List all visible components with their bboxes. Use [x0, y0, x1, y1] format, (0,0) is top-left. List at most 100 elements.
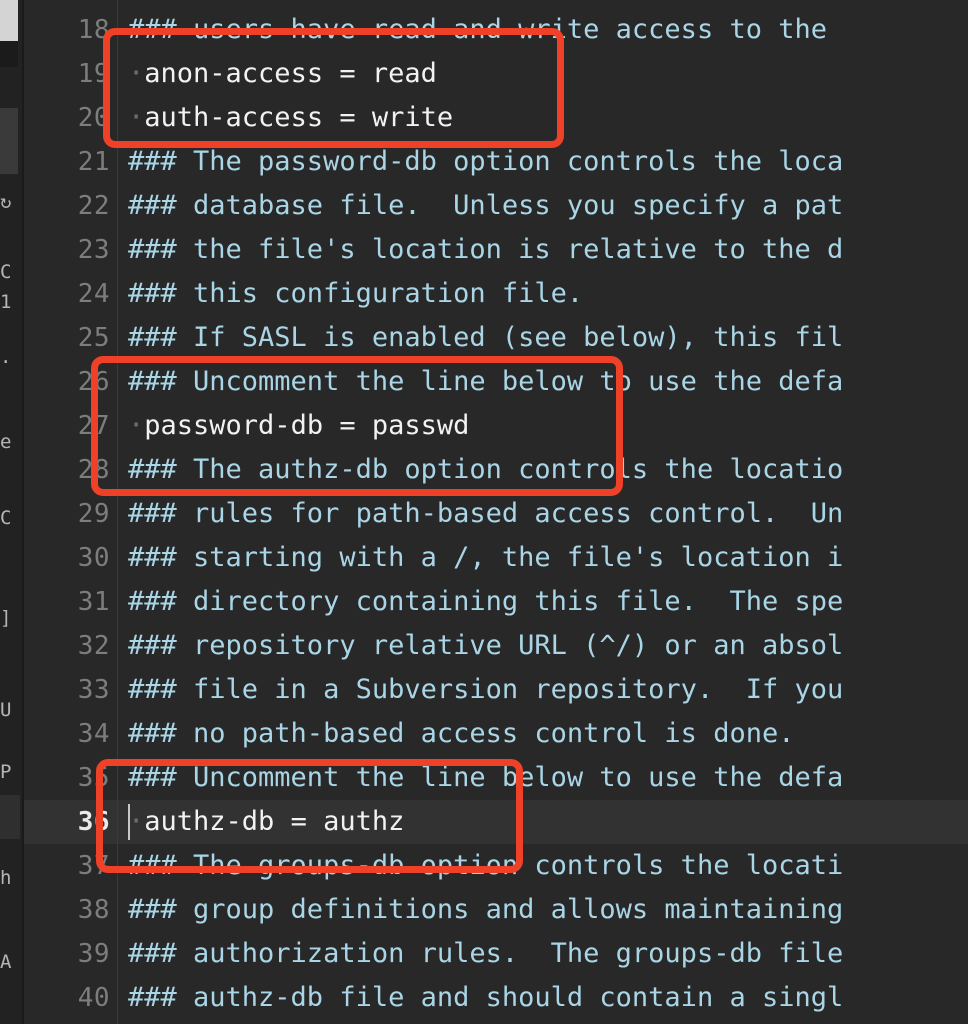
line-number: 18: [77, 15, 110, 45]
adjacent-panel-sliver[interactable]: ↻ C 1 · e C] U Ph A: [0, 0, 22, 1024]
config-line-text[interactable]: ·auth-access = write: [128, 96, 968, 140]
comment-line-text[interactable]: ### database file. Unless you specify a …: [128, 184, 968, 228]
code-line-row[interactable]: 24 ### this configuration file.: [24, 272, 968, 316]
code-line-row[interactable]: 31 ### directory containing this file. Th…: [24, 580, 968, 624]
code-line-row[interactable]: 40 ### authz-db file and should contain a…: [24, 976, 968, 1020]
line-number: 29: [77, 499, 110, 529]
comment-line-text[interactable]: ### directory containing this file. The …: [128, 580, 968, 624]
code-line-row[interactable]: 21 ### The password-db option controls th…: [24, 140, 968, 184]
code-line-row[interactable]: 20 ·auth-access = write: [24, 96, 968, 140]
code-line-row[interactable]: 23 ### the file's location is relative to…: [24, 228, 968, 272]
line-number: 19: [77, 59, 110, 89]
text-cursor: [128, 804, 130, 840]
line-number: 34: [77, 719, 110, 749]
config-line-text[interactable]: ·password-db = passwd: [128, 404, 968, 448]
code-line-row[interactable]: 26 ### Uncomment the line below to use th…: [24, 360, 968, 404]
panel-text-fragment: ·: [0, 352, 12, 372]
line-content: ### If SASL is enabled (see below), this…: [128, 322, 844, 353]
comment-line-text[interactable]: ### no path-based access control is done…: [128, 712, 968, 756]
comment-line-text[interactable]: ### authz-db file and should contain a s…: [128, 976, 968, 1020]
comment-line-text[interactable]: ### group definitions and allows maintai…: [128, 888, 968, 932]
line-content: ### users have read and write access to …: [128, 14, 844, 45]
comment-line-text[interactable]: ### The authz-db option controls the loc…: [128, 448, 968, 492]
line-content: ### directory containing this file. The …: [128, 586, 844, 617]
code-line-row[interactable]: 28 ### The authz-db option controls the l…: [24, 448, 968, 492]
line-content: ### this configuration file.: [128, 278, 584, 309]
line-content: ### rules for path-based access control.…: [128, 498, 844, 529]
line-number: 33: [77, 675, 110, 705]
comment-line-text[interactable]: ### file in a Subversion repository. If …: [128, 668, 968, 712]
panel-text-fragment: e: [0, 432, 12, 452]
line-number: 36: [77, 807, 110, 837]
comment-line-text[interactable]: ### The groups-db option controls the lo…: [128, 844, 968, 888]
comment-line-text[interactable]: ### Uncomment the line below to use the …: [128, 756, 968, 800]
code-line-row[interactable]: 33 ### file in a Subversion repository. I…: [24, 668, 968, 712]
line-number: 24: [77, 279, 110, 309]
line-number: 31: [77, 587, 110, 617]
whitespace-dot-icon: ·: [128, 806, 145, 837]
comment-line-text[interactable]: ### repository relative URL (^/) or an a…: [128, 624, 968, 668]
code-line-row[interactable]: 18 ### users have read and write access t…: [24, 8, 968, 52]
line-content: ### The password-db option controls the …: [128, 146, 844, 177]
code-editor[interactable]: 18 ### users have read and write access t…: [24, 0, 968, 1024]
editor-screenshot: ↻ C 1 · e C] U Ph A 18 ### users have read and wr…: [0, 0, 968, 1024]
code-line-row[interactable]: 37 ### The groups-db option controls the …: [24, 844, 968, 888]
comment-line-text[interactable]: ### Uncomment the line below to use the …: [128, 360, 968, 404]
line-number: 30: [77, 543, 110, 573]
code-line-row[interactable]: 30 ### starting with a /, the file's loca…: [24, 536, 968, 580]
config-line-text[interactable]: ·anon-access = read: [128, 52, 968, 96]
panel-dark-block: [0, 41, 18, 67]
line-content: ### starting with a /, the file's locati…: [128, 542, 844, 573]
panel-text-fragment: C: [0, 262, 12, 282]
line-content: ### database file. Unless you specify a …: [128, 190, 844, 221]
line-content: authz-db = authz: [144, 806, 405, 837]
comment-line-text[interactable]: ### authorization rules. The groups-db f…: [128, 932, 968, 976]
panel-divider: [22, 0, 24, 1024]
comment-line-text[interactable]: ### If SASL is enabled (see below), this…: [128, 316, 968, 360]
code-line-row[interactable]: 35 ### Uncomment the line below to use th…: [24, 756, 968, 800]
line-number: 27: [77, 411, 110, 441]
line-number: 38: [77, 895, 110, 925]
line-content: auth-access = write: [144, 102, 454, 133]
line-number: 32: [77, 631, 110, 661]
line-number: 28: [77, 455, 110, 485]
panel-text-fragment: P: [0, 762, 12, 782]
whitespace-dot-icon: ·: [128, 58, 145, 89]
line-content: ### file in a Subversion repository. If …: [128, 674, 844, 705]
code-line-row[interactable]: 32 ### repository relative URL (^/) or an…: [24, 624, 968, 668]
line-content: ### The authz-db option controls the loc…: [128, 454, 844, 485]
comment-line-text[interactable]: ### starting with a /, the file's locati…: [128, 536, 968, 580]
comment-line-text[interactable]: ### The password-db option controls the …: [128, 140, 968, 184]
line-content: ### repository relative URL (^/) or an a…: [128, 630, 844, 661]
whitespace-dot-icon: ·: [128, 102, 145, 133]
line-content: anon-access = read: [144, 58, 437, 89]
line-content: ### the file's location is relative to t…: [128, 234, 844, 265]
panel-highlighted-row: [0, 795, 20, 839]
line-number: 21: [77, 147, 110, 177]
line-number: 37: [77, 851, 110, 881]
indent-guide-line: [117, 0, 118, 1024]
code-line-row[interactable]: 39 ### authorization rules. The groups-db…: [24, 932, 968, 976]
comment-line-text[interactable]: ### rules for path-based access control.…: [128, 492, 968, 536]
comment-line-text[interactable]: ### users have read and write access to …: [128, 8, 968, 52]
comment-line-text[interactable]: ### this configuration file.: [128, 272, 968, 316]
line-content: ### authz-db file and should contain a s…: [128, 982, 844, 1013]
comment-line-text[interactable]: ### the file's location is relative to t…: [128, 228, 968, 272]
line-content: password-db = passwd: [144, 410, 470, 441]
panel-text-fragment: 1: [0, 292, 12, 312]
code-line-row[interactable]: 34 ### no path-based access control is do…: [24, 712, 968, 756]
code-line-row[interactable]: 25 ### If SASL is enabled (see below), th…: [24, 316, 968, 360]
code-line-row[interactable]: 19 ·anon-access = read: [24, 52, 968, 96]
line-number: 39: [77, 939, 110, 969]
line-content: ### Uncomment the line below to use the …: [128, 366, 844, 397]
panel-text-fragment: A: [0, 952, 12, 972]
panel-text-fragment: ↻: [0, 192, 12, 212]
code-line-row[interactable]: 22 ### database file. Unless you specify …: [24, 184, 968, 228]
config-line-text[interactable]: ·authz-db = authz: [128, 800, 968, 844]
code-line-row[interactable]: 27 ·password-db = passwd: [24, 404, 968, 448]
code-line-row[interactable]: 29 ### rules for path-based access contro…: [24, 492, 968, 536]
line-content: ### The groups-db option controls the lo…: [128, 850, 844, 881]
code-line-row[interactable]: 38 ### group definitions and allows maint…: [24, 888, 968, 932]
code-line-row[interactable]: 36 ·authz-db = authz: [24, 800, 968, 844]
panel-text-fragment: h: [0, 868, 12, 888]
